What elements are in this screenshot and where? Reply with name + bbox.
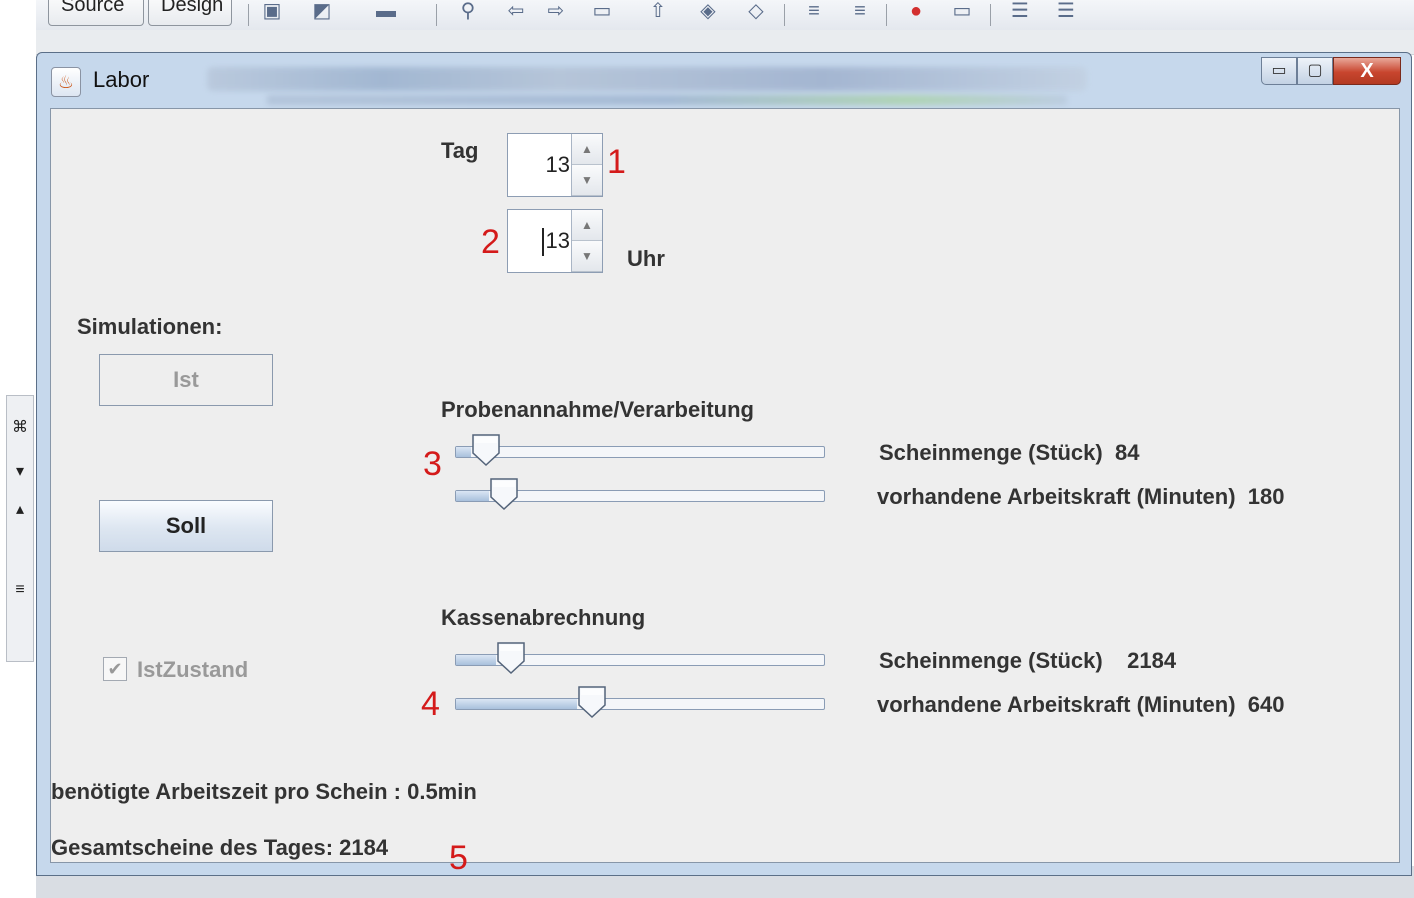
kasse-scheinmenge-label: Scheinmenge (Stück) 2184 bbox=[879, 648, 1176, 674]
annotation-4: 4 bbox=[421, 685, 440, 723]
back-icon[interactable]: ⇦ bbox=[502, 0, 530, 22]
probe-scheinmenge-value: 84 bbox=[1114, 440, 1140, 465]
dock-close-icon[interactable]: ⌘ bbox=[9, 414, 31, 442]
ide-toolbar: Source Design ▣ ◩ ▬ ⚲ ⇦ ⇨ ▭ ⇧ ◈ ◇ ≡ ≡ ● … bbox=[36, 0, 1414, 31]
probe-arbeitskraft-label: vorhandene Arbeitskraft (Minuten) 180 bbox=[877, 484, 1285, 510]
blurred-background-region bbox=[207, 67, 1087, 91]
slider-thumb[interactable] bbox=[471, 433, 501, 467]
slider-fill bbox=[456, 447, 471, 457]
toolbar-separator bbox=[436, 4, 437, 26]
annotation-3: 3 bbox=[423, 445, 442, 483]
slider-probe-arbeitskraft[interactable] bbox=[455, 478, 825, 511]
labor-window: ♨ Labor ▭ ▢ X Tag 13 ▲ ▼ 1 2 13 ▲ ▼ Uhr … bbox=[36, 52, 1412, 877]
annotation-5: 5 bbox=[449, 839, 468, 877]
slider-thumb[interactable] bbox=[489, 477, 519, 511]
toolbar-separator bbox=[784, 4, 785, 26]
toolbar-separator bbox=[886, 4, 887, 26]
annotation-1: 1 bbox=[607, 143, 626, 181]
slider-fill bbox=[456, 699, 578, 709]
probe-arbeitskraft-text: vorhandene Arbeitskraft (Minuten) bbox=[877, 484, 1236, 509]
toolbar-icon[interactable]: ≡ bbox=[800, 0, 828, 22]
blurred-background-region bbox=[267, 95, 1067, 105]
slider-thumb[interactable] bbox=[577, 685, 607, 719]
dock-up-icon[interactable]: ▴ bbox=[9, 496, 31, 524]
spin-up-icon[interactable]: ▲ bbox=[572, 210, 602, 241]
spin-down-icon[interactable]: ▼ bbox=[572, 241, 602, 272]
slider-kasse-scheinmenge[interactable] bbox=[455, 642, 825, 675]
probe-scheinmenge-text: Scheinmenge (Stück) bbox=[879, 440, 1103, 465]
slider-thumb[interactable] bbox=[496, 641, 526, 675]
toolbar-separator bbox=[990, 4, 991, 26]
toolbar-icon[interactable]: ▬ bbox=[372, 0, 400, 22]
toolbar-icon[interactable]: ▭ bbox=[948, 0, 976, 22]
window-title: Labor bbox=[93, 67, 150, 92]
toolbar-icon[interactable]: ⇧ bbox=[644, 0, 672, 22]
stop-icon[interactable]: ● bbox=[902, 0, 930, 22]
ide-tab-design[interactable]: Design bbox=[148, 0, 232, 26]
slider-fill bbox=[456, 491, 490, 501]
gesamtscheine-text: Gesamtscheine des Tages: 2184 bbox=[51, 835, 389, 860]
toolbar-icon[interactable]: ◈ bbox=[694, 0, 722, 22]
forward-icon[interactable]: ⇨ bbox=[542, 0, 570, 22]
dock-menu-icon[interactable]: ≡ bbox=[9, 576, 31, 604]
toolbar-icon[interactable]: ≡ bbox=[846, 0, 874, 22]
istzustand-checkbox[interactable]: ✔ bbox=[103, 657, 127, 681]
istzustand-label: IstZustand bbox=[137, 657, 249, 682]
ide-tab-source[interactable]: Source bbox=[48, 0, 144, 26]
tag-spinner[interactable]: 13 ▲ ▼ bbox=[507, 133, 603, 197]
kasse-scheinmenge-text: Scheinmenge (Stück) bbox=[879, 648, 1103, 673]
soll-button[interactable]: Soll bbox=[99, 500, 273, 552]
section-probenannahme-title: Probenannahme/Verarbeitung bbox=[441, 397, 754, 422]
slider-probe-scheinmenge[interactable] bbox=[455, 434, 825, 467]
probe-arbeitskraft-value: 180 bbox=[1247, 484, 1285, 509]
toolbar-icon[interactable]: ◩ bbox=[308, 0, 336, 22]
spin-down-icon[interactable]: ▼ bbox=[572, 165, 602, 196]
window-controls: ▭ ▢ X bbox=[1261, 57, 1401, 87]
annotation-2: 2 bbox=[481, 223, 500, 261]
kasse-arbeitskraft-label: vorhandene Arbeitskraft (Minuten) 640 bbox=[877, 692, 1285, 718]
slider-kasse-arbeitskraft[interactable] bbox=[455, 686, 825, 719]
uhr-label: Uhr bbox=[627, 246, 665, 271]
kasse-arbeitskraft-value: 640 bbox=[1247, 692, 1285, 717]
kasse-scheinmenge-value: 2184 bbox=[1127, 648, 1177, 673]
simulations-label: Simulationen: bbox=[77, 314, 223, 339]
probe-scheinmenge-label: Scheinmenge (Stück) 84 bbox=[879, 440, 1139, 466]
search-icon[interactable]: ⚲ bbox=[454, 0, 482, 22]
dock-dropdown-icon[interactable]: ▾ bbox=[9, 458, 31, 486]
client-area: Tag 13 ▲ ▼ 1 2 13 ▲ ▼ Uhr Simulationen: … bbox=[50, 108, 1400, 877]
title-bar[interactable]: ♨ Labor ▭ ▢ X bbox=[37, 53, 1411, 109]
tag-spinner-value[interactable]: 13 bbox=[508, 134, 570, 196]
section-kassenabrechnung-title: Kassenabrechnung bbox=[441, 605, 646, 630]
toolbar-separator bbox=[248, 4, 249, 26]
hour-spinner-value[interactable]: 13 bbox=[508, 210, 570, 272]
spin-up-icon[interactable]: ▲ bbox=[572, 134, 602, 165]
toolbar-icon[interactable]: ▭ bbox=[588, 0, 616, 22]
hour-spinner[interactable]: 13 ▲ ▼ bbox=[507, 209, 603, 273]
maximize-button[interactable]: ▢ bbox=[1297, 57, 1333, 85]
java-icon: ♨ bbox=[51, 67, 81, 97]
slider-fill bbox=[456, 655, 497, 665]
ist-button[interactable]: Ist bbox=[99, 354, 273, 406]
close-button[interactable]: X bbox=[1333, 57, 1401, 85]
arbeitszeit-text: benötigte Arbeitszeit pro Schein : 0.5mi… bbox=[51, 779, 477, 804]
toolbar-icon[interactable]: ☰ bbox=[1052, 0, 1080, 22]
toolbar-icon[interactable]: ◇ bbox=[742, 0, 770, 22]
kasse-arbeitskraft-text: vorhandene Arbeitskraft (Minuten) bbox=[877, 692, 1236, 717]
hour-spinner-buttons: ▲ ▼ bbox=[571, 210, 602, 272]
left-dock: ⌘ ▾ ▴ ≡ bbox=[6, 395, 34, 662]
minimize-button[interactable]: ▭ bbox=[1261, 57, 1297, 85]
tag-label: Tag bbox=[441, 138, 479, 163]
toolbar-icon[interactable]: ☰ bbox=[1006, 0, 1034, 22]
toolbar-icon[interactable]: ▣ bbox=[258, 0, 286, 22]
tag-spinner-buttons: ▲ ▼ bbox=[571, 134, 602, 196]
